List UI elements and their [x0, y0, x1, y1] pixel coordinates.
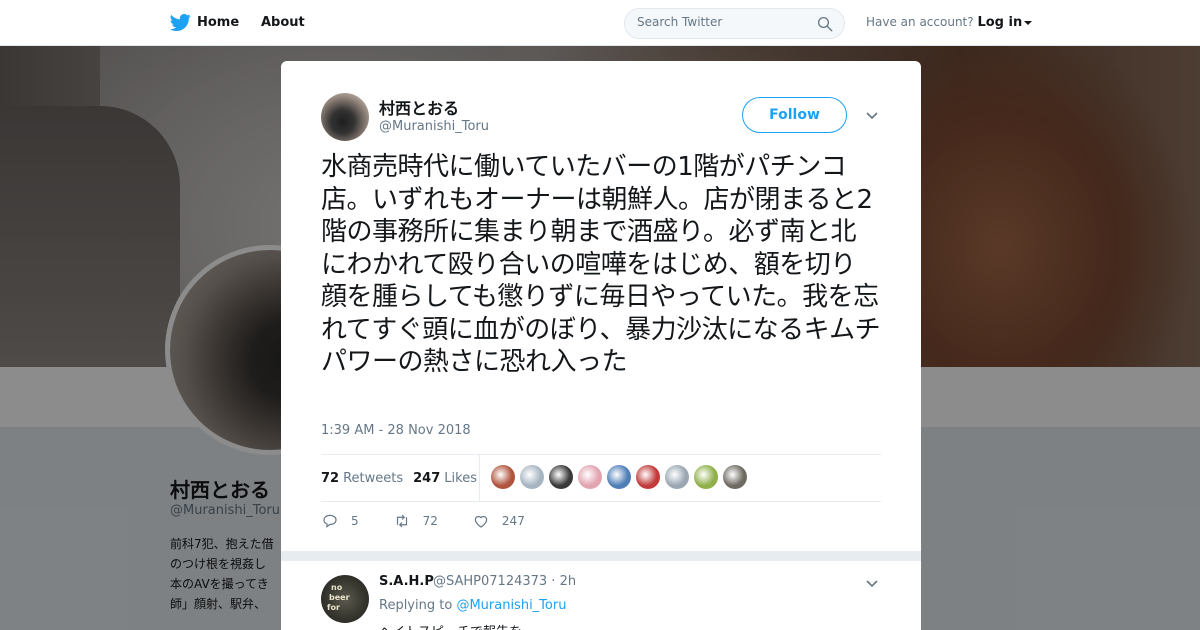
chevron-down-icon[interactable]: [1024, 20, 1033, 25]
author-name[interactable]: 村西とおる: [379, 95, 459, 119]
liker-avatar[interactable]: [723, 465, 747, 489]
retweets-count: 72: [321, 470, 340, 486]
reply-count: 5: [351, 514, 359, 528]
retweets-stat[interactable]: 72 Retweets: [321, 471, 403, 486]
tweet-stats: 72 Retweets 247 Likes: [321, 455, 487, 501]
login-prompt: Have an account? Log in: [866, 15, 1033, 30]
heart-icon: [474, 515, 488, 528]
liker-avatar[interactable]: [665, 465, 689, 489]
author-handle[interactable]: @Muranishi_Toru: [379, 119, 489, 134]
top-navigation-bar: Home About Have an account? Log in: [0, 0, 1200, 46]
account-prompt-text: Have an account?: [866, 15, 974, 29]
search-icon[interactable]: [816, 15, 834, 33]
chevron-down-icon[interactable]: [865, 576, 879, 590]
chevron-down-icon[interactable]: [865, 108, 879, 122]
replying-to-handle[interactable]: @Muranishi_Toru: [456, 598, 566, 613]
nav-home-link[interactable]: Home: [170, 12, 239, 33]
liker-avatar[interactable]: [549, 465, 573, 489]
liker-avatar[interactable]: [520, 465, 544, 489]
liker-avatar[interactable]: [491, 465, 515, 489]
reply-tweet[interactable]: no beer for S.A.H.P @SAHP07124373 · 2h R…: [281, 551, 921, 630]
divider: [321, 501, 881, 502]
liker-avatar[interactable]: [578, 465, 602, 489]
liker-avatar[interactable]: [694, 465, 718, 489]
tweet-text: 水商売時代に働いていたバーの1階がパチンコ店。いずれもオーナーは朝鮮人。店が閉ま…: [321, 152, 881, 377]
like-count: 247: [501, 514, 525, 528]
likes-label: Likes: [444, 470, 477, 486]
reply-author-name[interactable]: S.A.H.P: [379, 574, 434, 589]
follow-button[interactable]: Follow: [742, 97, 847, 133]
nav-about-link[interactable]: About: [261, 15, 305, 30]
close-icon[interactable]: [1154, 12, 1178, 36]
nav-home-label: Home: [197, 15, 240, 30]
likes-stat[interactable]: 247 Likes: [413, 471, 477, 486]
replying-to: Replying to @Muranishi_Toru: [379, 598, 566, 613]
retweet-button[interactable]: 72: [393, 512, 438, 530]
divider: [479, 455, 480, 501]
search-box: [624, 8, 845, 39]
tweet-actions: 5 72 247: [321, 512, 559, 530]
retweet-icon: [396, 514, 407, 528]
tweet-timestamp[interactable]: 1:39 AM - 28 Nov 2018: [321, 423, 471, 438]
login-link[interactable]: Log in: [977, 15, 1022, 30]
tweet-modal: 村西とおる @Muranishi_Toru Follow 水商売時代に働いていた…: [281, 61, 921, 630]
liker-avatars: [491, 465, 747, 489]
reply-author-meta[interactable]: @SAHP07124373 · 2h: [433, 574, 576, 589]
like-button[interactable]: 247: [472, 512, 525, 530]
retweet-count: 72: [422, 514, 438, 528]
reply-icon: [323, 514, 337, 528]
likes-count: 247: [413, 470, 441, 486]
reply-button[interactable]: 5: [321, 512, 359, 530]
author-avatar[interactable]: [321, 93, 369, 141]
reply-author-avatar[interactable]: no beer for: [321, 575, 369, 623]
twitter-bird-icon: [170, 13, 191, 31]
liker-avatar[interactable]: [607, 465, 631, 489]
reply-text: ヘイトスピーチで報告を: [379, 621, 522, 630]
replying-to-prefix: Replying to: [379, 598, 453, 613]
search-input[interactable]: [637, 15, 807, 29]
liker-avatar[interactable]: [636, 465, 660, 489]
retweets-label: Retweets: [343, 470, 404, 486]
